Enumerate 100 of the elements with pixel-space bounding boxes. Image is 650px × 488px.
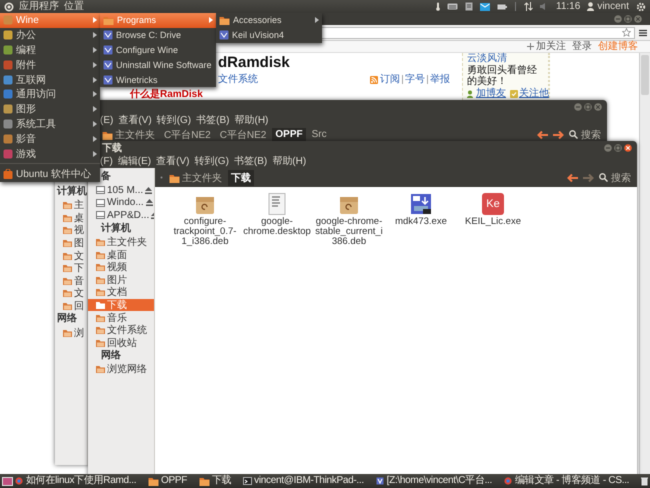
address-field[interactable] [321, 26, 635, 38]
keyboard-icon[interactable] [447, 3, 458, 10]
login-link[interactable]: 登录 [572, 41, 592, 52]
eject-icon[interactable] [145, 186, 152, 194]
path-button[interactable]: OPPF [272, 128, 306, 141]
path-button[interactable]: Src [308, 128, 330, 141]
menu-item[interactable]: 附件 [0, 57, 100, 72]
forward-arrow-icon[interactable] [583, 174, 594, 182]
show-desktop-icon[interactable] [2, 476, 13, 486]
minimize-button[interactable] [574, 102, 582, 110]
thermometer-icon[interactable] [436, 2, 440, 11]
profile-link[interactable]: 加博友 [476, 88, 506, 99]
sidebar-item[interactable]: 音乐 [88, 311, 154, 324]
sidebar-item[interactable]: 文 [55, 287, 87, 300]
battery-icon[interactable] [497, 4, 508, 10]
back-arrow-icon[interactable] [537, 130, 548, 138]
menu-item[interactable]: 帮助(H) [272, 154, 306, 168]
menu-item[interactable]: Accessories [216, 13, 322, 28]
star-icon[interactable] [622, 28, 631, 37]
file-item[interactable]: mdk473.exe [385, 193, 457, 227]
menu-item[interactable]: Winetricks [100, 72, 216, 87]
menu-item[interactable]: 帮助(H) [234, 113, 268, 127]
taskbar-button[interactable]: vincent@IBM-ThinkPad-... [243, 474, 374, 488]
menu-item[interactable]: 书签(B) [196, 113, 230, 127]
sidebar-item[interactable]: 视 [55, 224, 87, 237]
taskbar-button[interactable]: [Z:\home\vincent\C平台... [376, 474, 502, 488]
taskbar-button[interactable]: 下载 [198, 474, 242, 488]
panel-menu[interactable]: 应用程序 [19, 0, 59, 13]
trash-icon[interactable] [641, 476, 648, 486]
menu-item[interactable]: 互联网 [0, 72, 100, 87]
menu-item[interactable]: 编程 [0, 42, 100, 58]
settings-icon[interactable] [636, 2, 646, 12]
menu-item[interactable]: 系统工具 [0, 116, 100, 132]
menu-item[interactable]: 图形 [0, 102, 100, 117]
category-link[interactable]: 文件系统 [218, 74, 258, 85]
follow-link[interactable]: 加关注 [536, 41, 566, 52]
sidebar-item[interactable]: 图 [55, 236, 87, 250]
sidebar-item[interactable]: 浏 [55, 326, 87, 339]
path-button[interactable]: 主文件夹 [99, 126, 158, 142]
back-arrow-icon[interactable] [567, 174, 578, 182]
sidebar-item[interactable]: 回 [55, 300, 87, 312]
menu-item[interactable]: Uninstall Wine Software [100, 57, 216, 72]
mail-icon[interactable] [480, 2, 490, 10]
sidebar-item[interactable]: 文 [55, 249, 87, 262]
sidebar-item[interactable]: 浏览网络 [88, 363, 154, 376]
menu-item[interactable]: 编辑(E) [118, 154, 152, 168]
file-item[interactable]: google-chrome.desktop [241, 193, 313, 237]
clock[interactable]: 11:16 [556, 0, 580, 13]
user-name[interactable]: vincent [597, 0, 629, 13]
sidebar-item[interactable]: 主文件夹 [88, 236, 154, 248]
menu-item[interactable]: (F) [100, 156, 113, 166]
maximize-button[interactable] [624, 15, 632, 23]
menu-item[interactable]: Browse C: Drive [100, 28, 216, 43]
article-action-link[interactable]: 举报 [430, 74, 450, 85]
eject-icon[interactable] [146, 199, 153, 206]
menu-item[interactable]: 查看(V) [156, 154, 190, 168]
taskbar-button[interactable]: 编辑文章 - 博客频道 - CS... [504, 474, 640, 488]
file-item[interactable]: google-chrome-stable_current_i386.deb [313, 193, 385, 247]
menu-item[interactable]: Configure Wine [100, 42, 216, 58]
network-arrows-icon[interactable] [524, 2, 534, 11]
menu-item[interactable]: 游戏 [0, 146, 100, 161]
scrollbar[interactable] [639, 53, 650, 474]
article-action-link[interactable]: 订阅 [380, 74, 400, 85]
file-item[interactable]: configure-trackpoint_0.7-1_i386.deb [169, 193, 241, 247]
forward-arrow-icon[interactable] [553, 130, 564, 138]
minimize-button[interactable] [614, 15, 622, 23]
maximize-button[interactable] [584, 102, 592, 110]
file-item[interactable]: Ke KEIL_Lic.exe [457, 193, 529, 227]
menu-icon[interactable] [639, 28, 647, 36]
menu-item[interactable]: 转到(G) [194, 154, 229, 168]
blogger-name[interactable]: 云淡风清 [467, 53, 544, 64]
sidebar-item[interactable]: 桌面 [88, 248, 154, 261]
sidebar-item[interactable]: 回收站 [88, 336, 154, 350]
menu-item[interactable]: (E) [100, 114, 114, 126]
taskbar-button[interactable]: OPPF [148, 474, 197, 488]
sidebar-item[interactable]: Windo... [88, 196, 154, 210]
sidebar-item[interactable]: 文档 [88, 286, 154, 299]
menu-item[interactable]: 转到(G) [156, 113, 192, 127]
sidebar-item[interactable]: 主 [55, 199, 87, 212]
menu-item[interactable]: 办公 [0, 28, 100, 43]
taskbar-button[interactable]: 如何在linux下使用Ramd... [15, 474, 146, 488]
document-icon[interactable] [465, 2, 474, 11]
sidebar-item[interactable]: 下 [55, 262, 87, 275]
menu-item[interactable]: Ubuntu 软件中心 [0, 166, 100, 182]
menu-item[interactable]: 书签(B) [234, 154, 268, 168]
sidebar-item[interactable]: 105 M... [88, 184, 154, 197]
sidebar-item[interactable]: APP&D... [88, 209, 154, 222]
minimize-button[interactable] [604, 144, 612, 152]
sidebar-item[interactable]: 图片 [88, 274, 154, 286]
search-button[interactable]: 搜索 [569, 128, 601, 142]
path-button[interactable]: C平台NE2 [216, 126, 270, 142]
sidebar-item[interactable]: 视频 [88, 260, 154, 274]
path-button[interactable]: 下载 [228, 170, 254, 186]
sidebar-item[interactable]: 文件系统 [88, 324, 154, 337]
search-button[interactable]: 搜索 [599, 170, 631, 184]
panel-menu[interactable]: 位置 [64, 0, 84, 13]
path-button[interactable]: C平台NE2 [161, 126, 214, 142]
sidebar-item[interactable]: 桌 [55, 212, 87, 224]
menu-item[interactable]: 通用访问 [0, 86, 100, 102]
path-button[interactable]: 主文件夹 [166, 170, 225, 186]
